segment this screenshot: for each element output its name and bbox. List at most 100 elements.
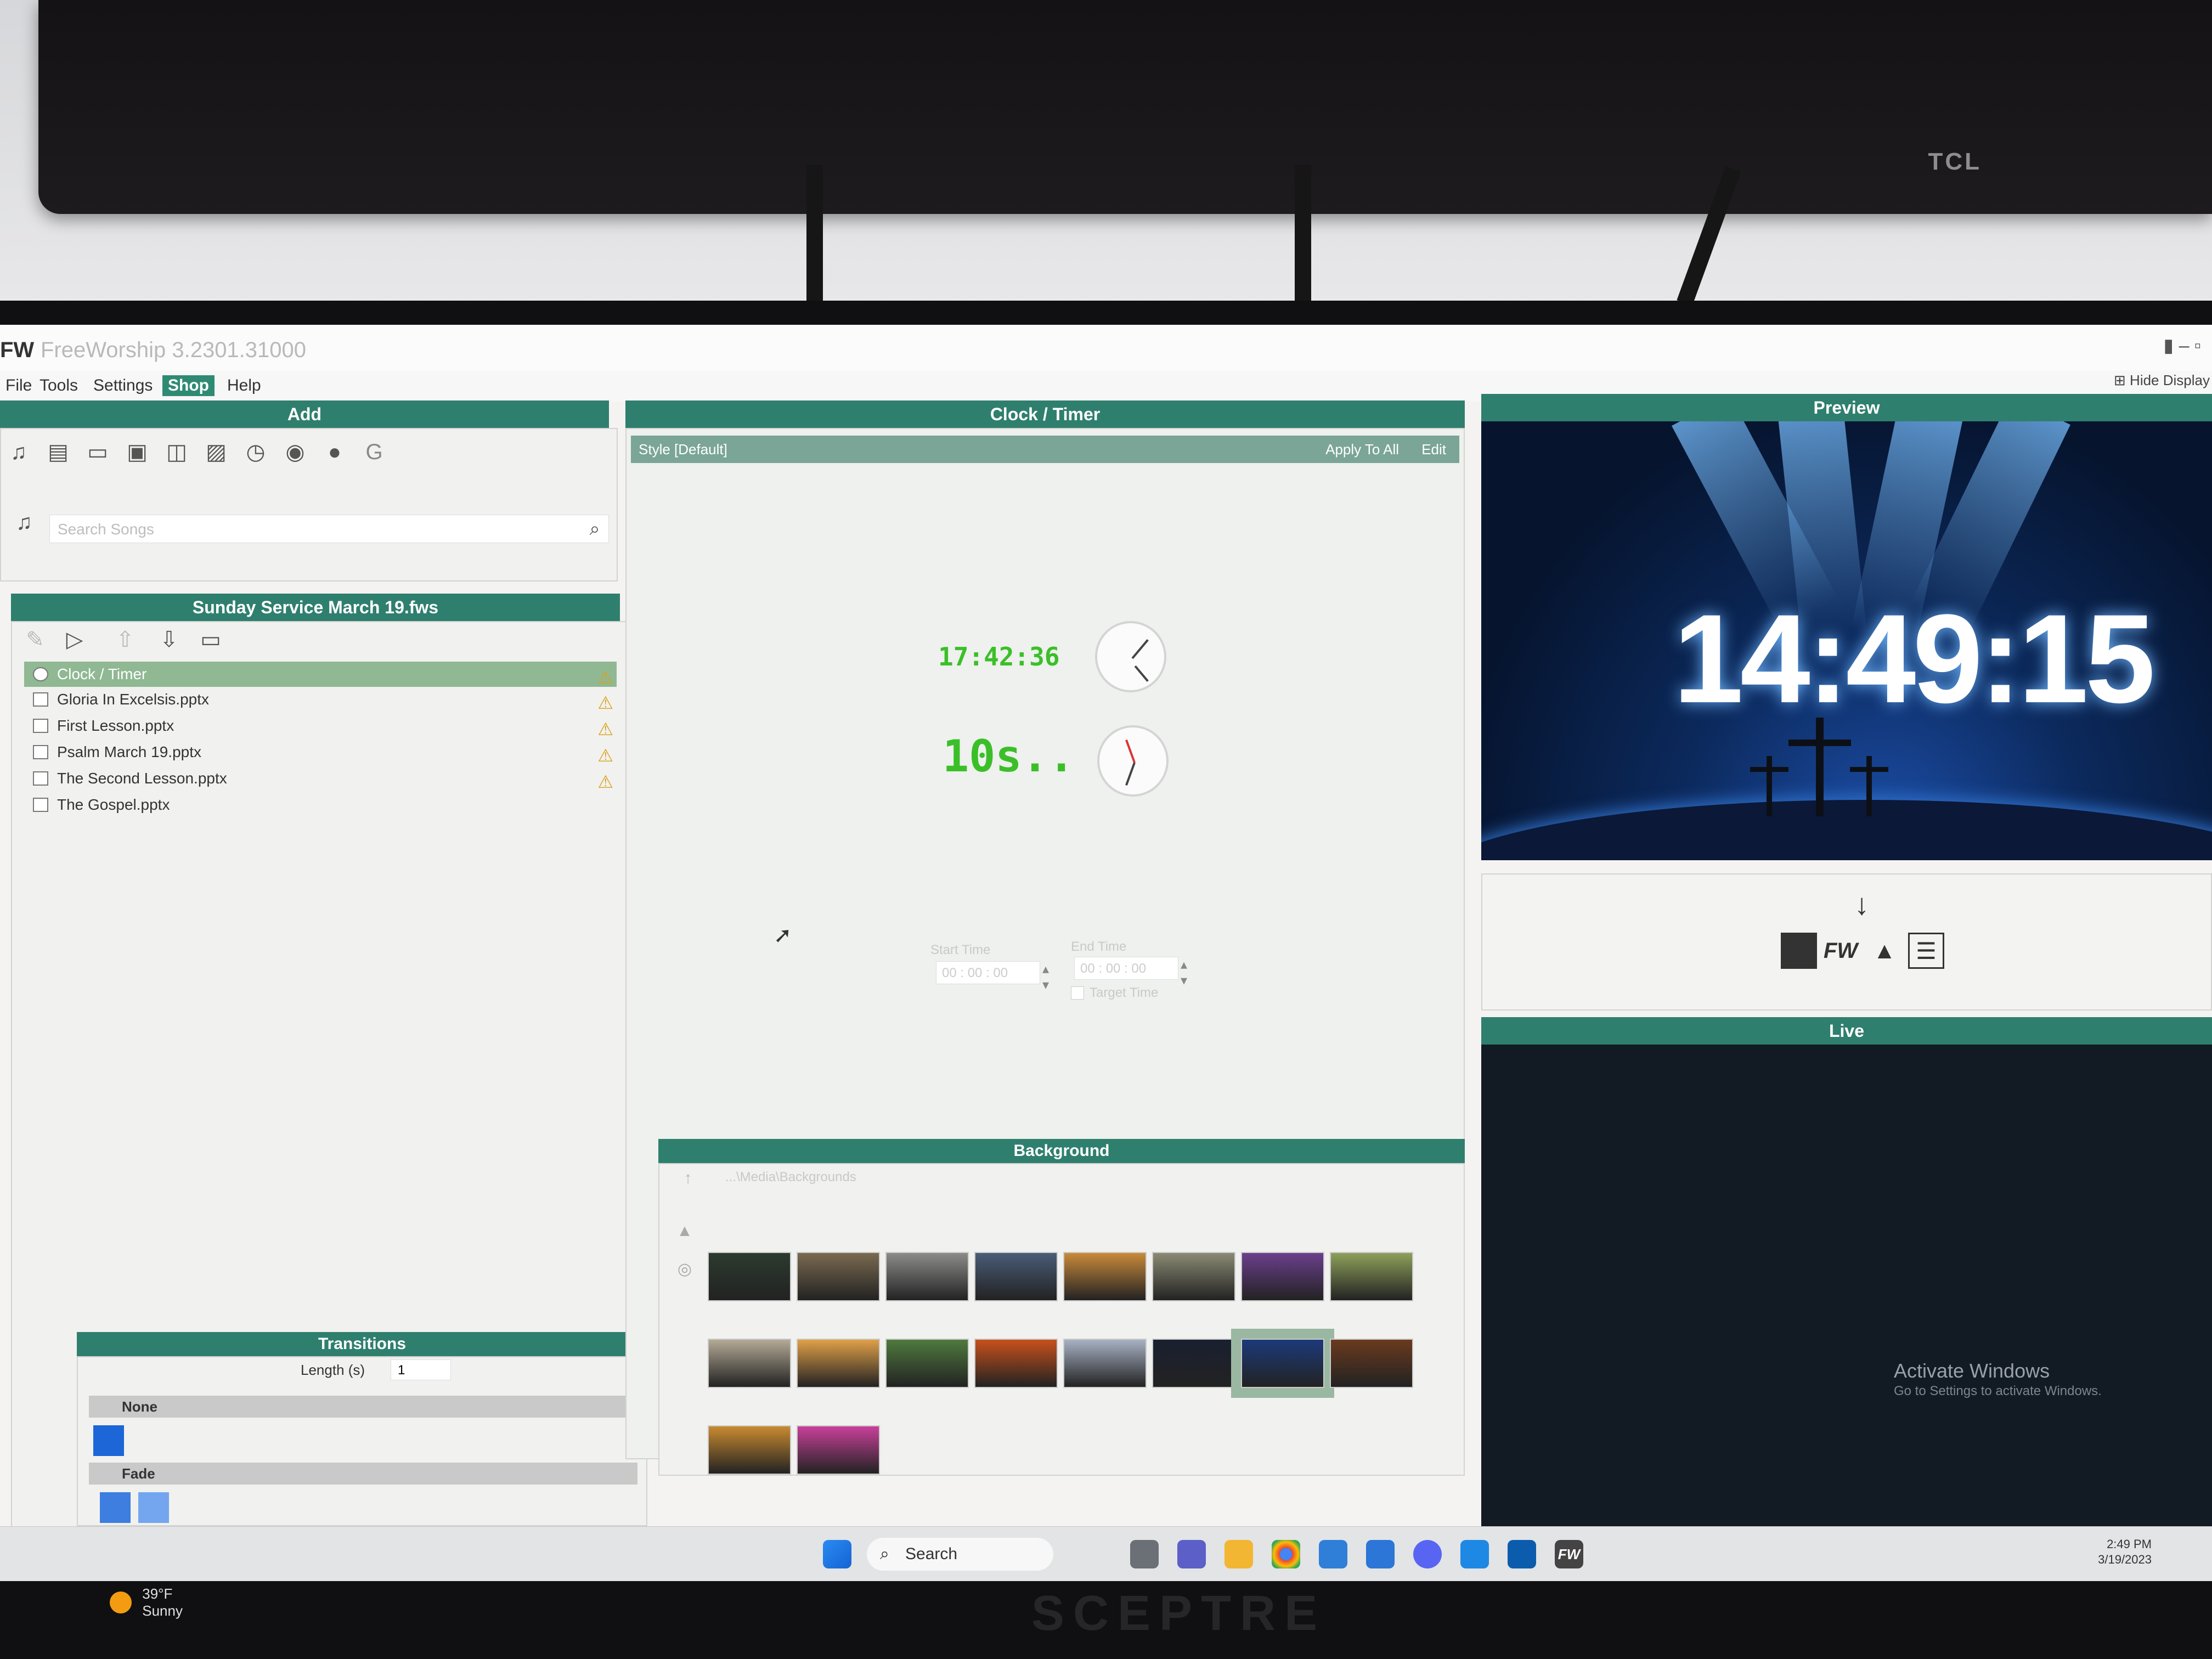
target-time-checkbox[interactable]	[1071, 986, 1084, 1000]
chrome-icon[interactable]	[1272, 1540, 1300, 1568]
music-icon[interactable]: ♫	[7, 440, 31, 464]
transition-group-none[interactable]: None	[89, 1396, 637, 1418]
app-title: FreeWorship 3.2301.31000	[41, 338, 307, 362]
edit-style-button[interactable]: Edit	[1421, 436, 1446, 463]
service-item[interactable]: The Second Lesson.pptx ⚠	[24, 766, 617, 792]
background-button[interactable]: ▲	[1866, 933, 1903, 969]
windows-start-icon[interactable]	[823, 1540, 851, 1568]
webcam-icon[interactable]: ◉	[283, 440, 307, 464]
task-view-icon[interactable]	[1130, 1540, 1159, 1568]
cross-icon	[1850, 767, 1888, 772]
system-clock[interactable]: 2:49 PM 3/19/2023	[2098, 1537, 2152, 1567]
web-icon[interactable]: ●	[323, 440, 347, 464]
background-thumbnail[interactable]	[708, 1252, 791, 1301]
window-controls[interactable]: ▮ – ▫	[2163, 335, 2201, 357]
background-thumbnail[interactable]	[797, 1252, 880, 1301]
background-thumbnail[interactable]	[1231, 1329, 1334, 1398]
transitions-header: Transitions	[77, 1332, 647, 1356]
end-time-input[interactable]: 00 : 00 : 00	[1074, 957, 1178, 980]
background-thumbnail[interactable]	[974, 1252, 1058, 1301]
image-icon[interactable]: ▲	[673, 1219, 697, 1243]
background-thumbnail[interactable]	[1152, 1339, 1235, 1388]
camera-icon[interactable]: ◎	[673, 1257, 697, 1282]
freeworship-taskbar-icon[interactable]: FW	[1555, 1540, 1583, 1568]
menu-help[interactable]: Help	[222, 375, 267, 396]
menu-shop[interactable]: Shop	[162, 375, 215, 396]
analog-clock-style[interactable]	[1095, 621, 1166, 692]
service-item[interactable]: Gloria In Excelsis.pptx ⚠	[24, 687, 617, 713]
start-time-input[interactable]: 00 : 00 : 00	[936, 961, 1040, 984]
search-songs-input[interactable]: Search Songs	[49, 515, 609, 543]
black-screen-button[interactable]	[1781, 933, 1817, 969]
background-thumbnail[interactable]	[1241, 1252, 1324, 1301]
analog-timer-style[interactable]	[1097, 725, 1169, 797]
background-thumbnail[interactable]	[708, 1339, 791, 1388]
google-icon[interactable]: G	[362, 440, 386, 464]
app-logo: FW	[0, 338, 35, 362]
move-down-icon[interactable]: ⇩	[157, 628, 181, 652]
clock-icon[interactable]: ◷	[244, 440, 268, 464]
service-item-label: Gloria In Excelsis.pptx	[57, 691, 209, 708]
clear-text-button[interactable]: ☰	[1908, 933, 1944, 969]
file-explorer-icon[interactable]	[1224, 1540, 1253, 1568]
background-thumbnail[interactable]	[1063, 1339, 1147, 1388]
transition-group-fade[interactable]: Fade	[89, 1463, 637, 1485]
store-icon[interactable]	[1319, 1540, 1347, 1568]
hide-display-button[interactable]: ⊞ Hide Display	[2114, 372, 2210, 389]
folder-up-icon[interactable]: ↑	[676, 1166, 700, 1190]
search-icon[interactable]: ⌕	[583, 517, 607, 541]
background-thumbnail[interactable]	[885, 1252, 969, 1301]
hide-display-label: Hide Display	[2130, 372, 2210, 388]
outlook-icon[interactable]	[1508, 1540, 1536, 1568]
background-thumbnail[interactable]	[797, 1339, 880, 1388]
video-icon[interactable]: ▣	[125, 440, 149, 464]
image-icon[interactable]: ▨	[204, 440, 228, 464]
menu-settings[interactable]: Settings	[88, 375, 158, 396]
background-thumbnail[interactable]	[1330, 1339, 1413, 1388]
cross-icon	[1788, 740, 1851, 746]
service-item[interactable]: First Lesson.pptx ⚠	[24, 713, 617, 739]
warning-icon: ⚠	[597, 772, 613, 792]
service-item-clock-timer[interactable]: Clock / Timer ⚠	[24, 662, 617, 687]
timer-style[interactable]: 10s..	[943, 731, 1075, 782]
start-time-label: Start Time	[930, 943, 991, 957]
presentation-icon[interactable]: ▭	[86, 440, 110, 464]
start-time-stepper-icon[interactable]: ▴ ▾	[1042, 961, 1049, 993]
transition-fade-thumb[interactable]	[100, 1492, 131, 1523]
document-icon[interactable]: ▤	[46, 440, 70, 464]
background-thumbnail[interactable]	[1330, 1252, 1413, 1301]
warning-icon: ⚠	[597, 746, 613, 765]
slides-icon[interactable]: ◫	[165, 440, 189, 464]
transition-none-thumb[interactable]	[93, 1425, 124, 1456]
style-label[interactable]: Style [Default]	[639, 436, 727, 463]
service-item[interactable]: The Gospel.pptx	[24, 792, 617, 817]
logo-button[interactable]: FW	[1824, 933, 1860, 969]
teams-icon[interactable]	[1177, 1540, 1206, 1568]
remove-icon[interactable]: ▭	[199, 628, 223, 652]
menu-tools[interactable]: Tools	[34, 375, 83, 396]
background-path: ...\Media\Backgrounds	[725, 1170, 856, 1184]
background-thumbnail[interactable]	[974, 1339, 1058, 1388]
move-up-icon[interactable]: ⇧	[113, 628, 137, 652]
weather-widget[interactable]: 39°F Sunny	[110, 1585, 183, 1620]
digital-clock-style[interactable]: 17:42:36	[938, 642, 1060, 672]
transition-fade-thumb[interactable]	[138, 1492, 169, 1523]
background-thumbnail[interactable]	[708, 1425, 791, 1475]
preview-clock: 14:49:15	[1673, 588, 2155, 729]
background-thumbnail[interactable]	[1152, 1252, 1235, 1301]
length-input[interactable]: 1	[391, 1359, 451, 1380]
taskbar-search[interactable]: ⌕ Search	[867, 1538, 1053, 1571]
vscode-icon[interactable]	[1460, 1540, 1489, 1568]
apply-to-all-button[interactable]: Apply To All	[1325, 436, 1399, 463]
edit-icon[interactable]: ✎	[23, 628, 47, 652]
background-thumbnail[interactable]	[797, 1425, 880, 1475]
discord-icon[interactable]	[1413, 1540, 1442, 1568]
end-time-stepper-icon[interactable]: ▴ ▾	[1181, 957, 1187, 989]
notepad-icon[interactable]	[1366, 1540, 1395, 1568]
menu-file[interactable]: File	[0, 375, 37, 396]
go-live-arrow-icon[interactable]: ↓	[1854, 888, 1869, 922]
service-item[interactable]: Psalm March 19.pptx ⚠	[24, 740, 617, 765]
background-thumbnail[interactable]	[1063, 1252, 1147, 1301]
background-thumbnail[interactable]	[885, 1339, 969, 1388]
tag-icon[interactable]: ▷	[63, 628, 87, 652]
